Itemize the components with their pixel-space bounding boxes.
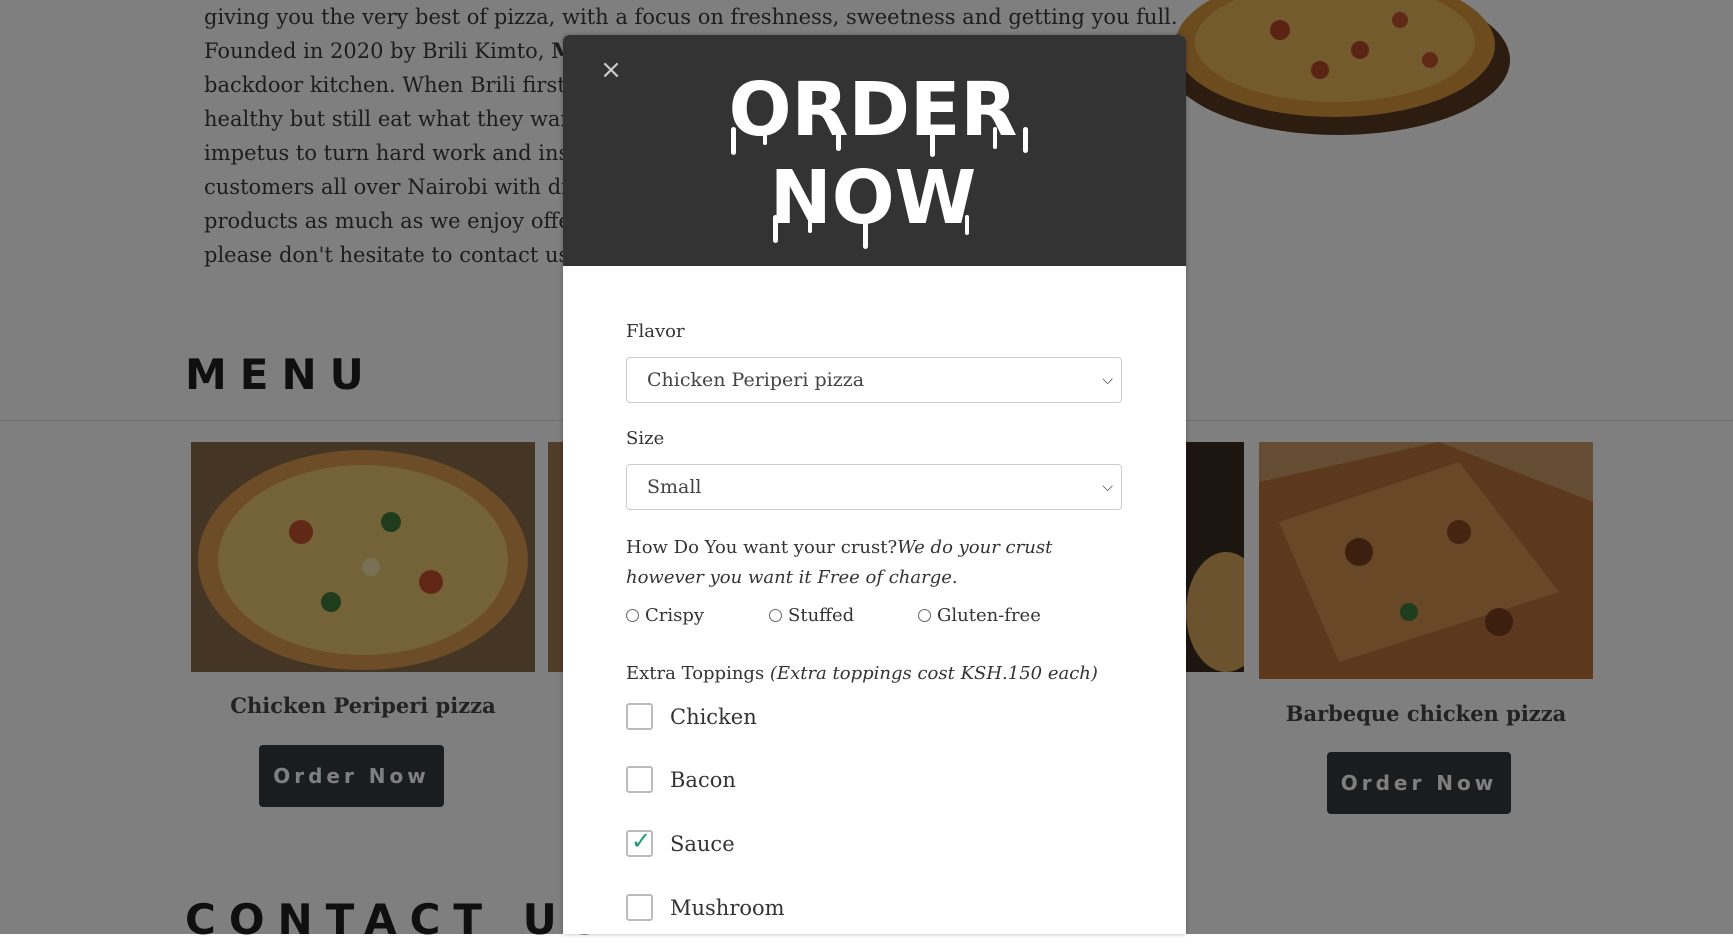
size-label: Size — [626, 428, 665, 449]
topping-chicken[interactable]: Chicken — [626, 703, 757, 730]
size-select[interactable]: Small ⌵ — [626, 464, 1122, 510]
order-now-logo: ORDER NOW — [729, 67, 1028, 249]
modal-header: × ORDER NOW — [563, 35, 1186, 266]
topping-mushroom[interactable]: Mushroom — [626, 894, 785, 921]
logo-line-order: ORDER — [729, 67, 1018, 153]
crust-question-text: How Do You want your crust? — [626, 537, 898, 558]
crust-question: How Do You want your crust?We do your cr… — [626, 533, 1126, 593]
checkbox[interactable] — [626, 703, 653, 730]
toppings-note: (Extra toppings cost KSH.150 each) — [769, 663, 1098, 684]
chevron-down-icon: ⌵ — [1102, 479, 1113, 495]
logo-line-now: NOW — [770, 155, 976, 241]
checkbox[interactable] — [626, 766, 653, 793]
checkbox[interactable] — [626, 894, 653, 921]
topping-sauce[interactable]: ✓ Sauce — [626, 827, 735, 857]
radio-label: Stuffed — [788, 605, 855, 626]
flavor-select-value: Chicken Periperi pizza — [647, 369, 865, 391]
checkbox-label: Mushroom — [670, 895, 785, 920]
radio-circle-icon[interactable] — [918, 609, 931, 622]
crust-radio-gluten-free[interactable]: Gluten-free — [918, 605, 1041, 626]
checkbox-label: Bacon — [670, 767, 736, 792]
chevron-down-icon: ⌵ — [1102, 372, 1113, 388]
checkbox[interactable]: ✓ — [626, 827, 653, 857]
toppings-label: Extra Toppings (Extra toppings cost KSH.… — [626, 663, 1098, 684]
radio-circle-icon[interactable] — [769, 609, 782, 622]
size-select-value: Small — [647, 476, 702, 498]
checkbox-label: Chicken — [670, 704, 757, 729]
close-icon[interactable]: × — [598, 57, 624, 83]
flavor-select[interactable]: Chicken Periperi pizza ⌵ — [626, 357, 1122, 403]
order-modal: × ORDER NOW Flavor Chicken Periperi pizz… — [563, 35, 1186, 934]
crust-radio-stuffed[interactable]: Stuffed — [769, 605, 854, 626]
checkmark-icon: ✓ — [631, 827, 652, 855]
crust-radio-crispy[interactable]: Crispy — [626, 605, 704, 626]
flavor-label: Flavor — [626, 321, 685, 342]
radio-label: Crispy — [645, 605, 705, 626]
checkbox-label: Sauce — [670, 831, 735, 856]
radio-label: Gluten-free — [937, 605, 1041, 626]
toppings-label-text: Extra Toppings — [626, 663, 770, 684]
topping-bacon[interactable]: Bacon — [626, 766, 736, 793]
radio-circle-icon[interactable] — [626, 609, 639, 622]
